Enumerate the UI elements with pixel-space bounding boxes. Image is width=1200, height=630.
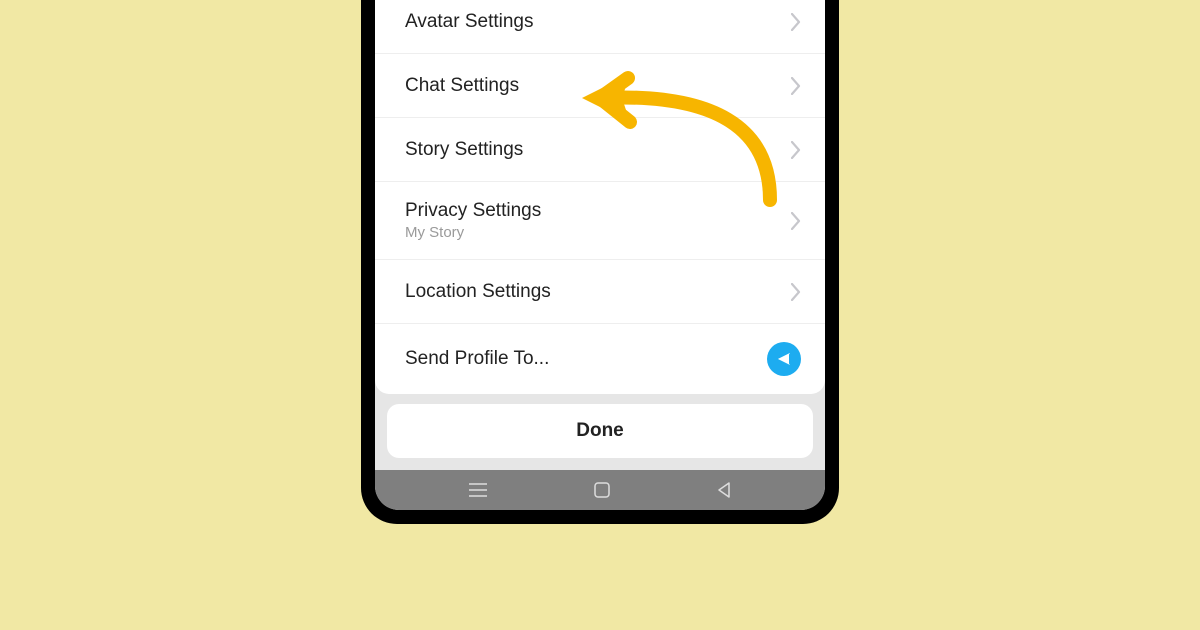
- android-nav-bar: [375, 470, 825, 510]
- row-text: Send Profile To...: [405, 348, 549, 370]
- chevron-right-icon: [791, 283, 801, 301]
- nav-recent-icon[interactable]: [469, 483, 487, 497]
- nav-home-icon[interactable]: [594, 482, 610, 498]
- chevron-right-icon: [791, 141, 801, 159]
- settings-panel: Avatar Settings Chat Settings Story Sett…: [375, 0, 825, 394]
- row-label: Avatar Settings: [405, 11, 534, 33]
- row-text: Location Settings: [405, 281, 551, 303]
- done-container: Done: [375, 394, 825, 470]
- row-text: Story Settings: [405, 139, 523, 161]
- row-text: Chat Settings: [405, 75, 519, 97]
- row-label: Story Settings: [405, 139, 523, 161]
- settings-row-avatar[interactable]: Avatar Settings: [375, 0, 825, 54]
- settings-row-story[interactable]: Story Settings: [375, 118, 825, 182]
- row-sublabel: My Story: [405, 224, 541, 241]
- row-label: Send Profile To...: [405, 348, 549, 370]
- send-icon[interactable]: [767, 342, 801, 376]
- row-label: Location Settings: [405, 281, 551, 303]
- chevron-right-icon: [791, 212, 801, 230]
- settings-row-chat[interactable]: Chat Settings: [375, 54, 825, 118]
- row-label: Privacy Settings: [405, 200, 541, 222]
- chevron-right-icon: [791, 13, 801, 31]
- phone-frame: Avatar Settings Chat Settings Story Sett…: [361, 0, 839, 524]
- chevron-right-icon: [791, 77, 801, 95]
- done-button[interactable]: Done: [387, 404, 813, 458]
- nav-back-icon[interactable]: [717, 482, 731, 498]
- row-text: Avatar Settings: [405, 11, 534, 33]
- row-text: Privacy Settings My Story: [405, 200, 541, 241]
- phone-screen: Avatar Settings Chat Settings Story Sett…: [375, 0, 825, 510]
- settings-row-send-profile[interactable]: Send Profile To...: [375, 324, 825, 394]
- settings-row-location[interactable]: Location Settings: [375, 260, 825, 324]
- row-label: Chat Settings: [405, 75, 519, 97]
- settings-row-privacy[interactable]: Privacy Settings My Story: [375, 182, 825, 260]
